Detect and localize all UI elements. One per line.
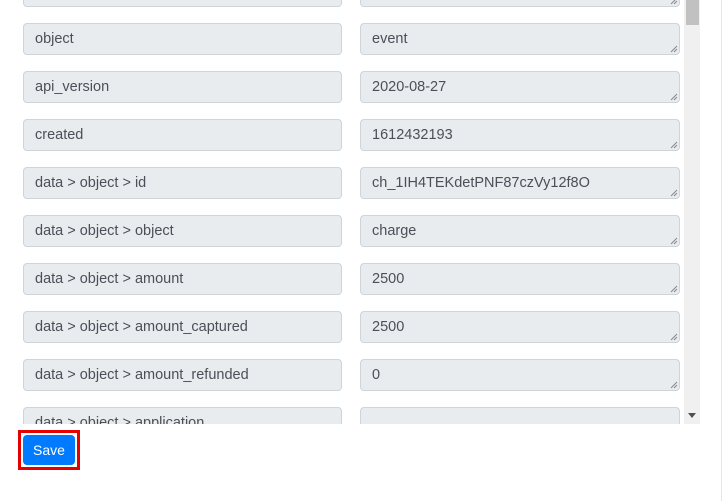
field-value-textarea[interactable]: charge (360, 215, 680, 247)
field-value-textarea[interactable]: 2500 (360, 263, 680, 295)
field-value-textarea[interactable] (360, 407, 680, 424)
mapping-row: data > object > id ch_1IH4TEKdetPNF87czV… (0, 167, 700, 215)
mapping-row (0, 0, 700, 23)
field-value-text: charge (372, 223, 417, 239)
save-button[interactable]: Save (23, 435, 75, 465)
resize-handle-icon[interactable] (669, 0, 678, 5)
field-mapping-scroll-area[interactable]: object event api_version 2020-08-27 crea… (0, 0, 700, 424)
field-label: data > object > amount_captured (23, 311, 342, 343)
vertical-scrollbar[interactable] (684, 0, 700, 424)
field-label (23, 0, 342, 7)
resize-handle-icon[interactable] (669, 188, 678, 197)
mapping-row: data > object > amount_refunded 0 (0, 359, 700, 407)
resize-handle-icon[interactable] (669, 92, 678, 101)
mapping-row: created 1612432193 (0, 119, 700, 167)
field-label: created (23, 119, 342, 151)
field-value-textarea[interactable]: event (360, 23, 680, 55)
resize-handle-icon[interactable] (669, 380, 678, 389)
mapping-row: data > object > object charge (0, 215, 700, 263)
scroll-down-arrow-icon[interactable] (688, 413, 696, 418)
field-label: object (23, 23, 342, 55)
field-value-textarea[interactable]: ch_1IH4TEKdetPNF87czVy12f8O (360, 167, 680, 199)
field-label: data > object > amount (23, 263, 342, 295)
resize-handle-icon[interactable] (669, 332, 678, 341)
field-value-textarea[interactable]: 2500 (360, 311, 680, 343)
field-value-text: 0 (372, 367, 381, 383)
mapping-row: api_version 2020-08-27 (0, 71, 700, 119)
mapping-row: data > object > application (0, 407, 700, 424)
field-label: data > object > amount_refunded (23, 359, 342, 391)
mapping-row: data > object > amount 2500 (0, 263, 700, 311)
resize-handle-icon[interactable] (669, 44, 678, 53)
field-label: data > object > id (23, 167, 342, 199)
field-value-text: 1612432193 (372, 127, 453, 143)
panel-border (721, 0, 722, 501)
field-mapping-list: object event api_version 2020-08-27 crea… (0, 0, 700, 424)
mapping-row: data > object > amount_captured 2500 (0, 311, 700, 359)
field-value-textarea[interactable] (360, 0, 680, 7)
field-value-textarea[interactable]: 2020-08-27 (360, 71, 680, 103)
field-value-textarea[interactable]: 0 (360, 359, 680, 391)
field-label: data > object > object (23, 215, 342, 247)
field-label: data > object > application (23, 407, 342, 424)
field-value-text: event (372, 31, 408, 47)
field-value-text: 2500 (372, 271, 405, 287)
field-value-text: 2500 (372, 319, 405, 335)
mapping-row: object event (0, 23, 700, 71)
field-value-textarea[interactable]: 1612432193 (360, 119, 680, 151)
resize-handle-icon[interactable] (669, 236, 678, 245)
field-value-text: 2020-08-27 (372, 79, 447, 95)
save-button-highlight: Save (18, 430, 80, 470)
resize-handle-icon[interactable] (669, 140, 678, 149)
scrollbar-thumb[interactable] (686, 0, 699, 25)
field-label: api_version (23, 71, 342, 103)
field-value-text: ch_1IH4TEKdetPNF87czVy12f8O (372, 175, 590, 191)
resize-handle-icon[interactable] (669, 284, 678, 293)
